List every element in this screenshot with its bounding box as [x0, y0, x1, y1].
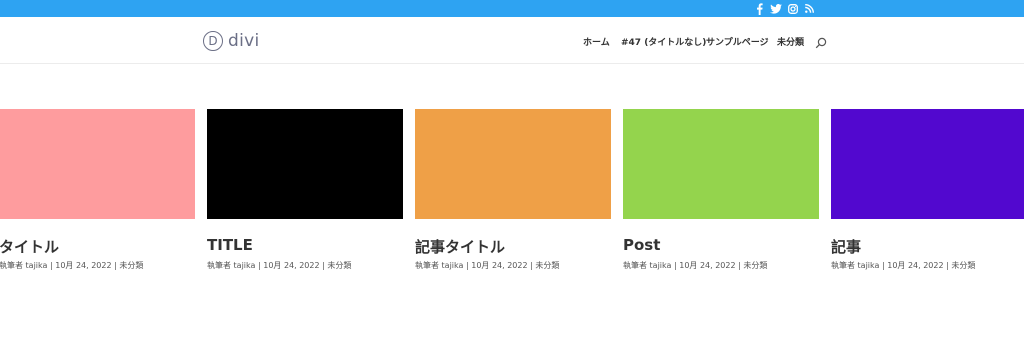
post-title[interactable]: Post [623, 236, 660, 254]
meta-category[interactable]: 未分類 [951, 261, 975, 270]
meta-category[interactable]: 未分類 [535, 261, 559, 270]
top-bar [0, 0, 1024, 17]
post-meta: 執筆者 tajika | 10月 24, 2022 | 未分類 [415, 260, 559, 271]
twitter-icon[interactable] [769, 2, 782, 15]
instagram-icon[interactable] [787, 2, 798, 15]
meta-by: 執筆者 [415, 261, 439, 270]
post-title[interactable]: 記事 [831, 236, 861, 257]
meta-author[interactable]: tajika [650, 261, 672, 270]
nav-item-home[interactable]: ホーム [583, 35, 610, 48]
post-card: 記事 執筆者 tajika | 10月 24, 2022 | 未分類 [831, 109, 1024, 270]
logo-text: divi [228, 31, 260, 51]
meta-category[interactable]: 未分類 [119, 261, 143, 270]
meta-by: 執筆者 [831, 261, 855, 270]
meta-by: 執筆者 [623, 261, 647, 270]
meta-separator: | [530, 261, 533, 270]
site-header: D divi ホーム #47 (タイトルなし) サンプルページ 未分類 [0, 17, 1024, 64]
meta-category[interactable]: 未分類 [327, 261, 351, 270]
post-meta: 執筆者 tajika | 10月 24, 2022 | 未分類 [623, 260, 767, 271]
facebook-icon[interactable] [754, 2, 764, 15]
meta-separator: | [738, 261, 741, 270]
post-card: 記事タイトル 執筆者 tajika | 10月 24, 2022 | 未分類 [415, 109, 611, 270]
post-card: タイトル 執筆者 tajika | 10月 24, 2022 | 未分類 [0, 109, 195, 270]
meta-separator: | [322, 261, 325, 270]
nav-item-sample-page[interactable]: サンプルページ [706, 35, 769, 48]
meta-separator: | [673, 261, 677, 270]
meta-author[interactable]: tajika [442, 261, 464, 270]
rss-icon[interactable] [804, 2, 814, 15]
post-card: TITLE 執筆者 tajika | 10月 24, 2022 | 未分類 [207, 109, 403, 270]
meta-separator: | [49, 261, 53, 270]
search-icon[interactable] [815, 34, 827, 49]
meta-separator: | [257, 261, 261, 270]
meta-separator: | [465, 261, 469, 270]
post-thumbnail[interactable] [0, 109, 195, 219]
nav-item-untitled[interactable]: #47 (タイトルなし) [621, 35, 706, 48]
meta-author[interactable]: tajika [858, 261, 880, 270]
post-meta: 執筆者 tajika | 10月 24, 2022 | 未分類 [831, 260, 975, 271]
site-logo[interactable]: D divi [203, 29, 260, 53]
post-meta: 執筆者 tajika | 10月 24, 2022 | 未分類 [0, 260, 143, 271]
meta-separator: | [946, 261, 949, 270]
meta-date: 10月 24, 2022 [471, 261, 528, 270]
post-thumbnail[interactable] [415, 109, 611, 219]
meta-author[interactable]: tajika [234, 261, 256, 270]
meta-separator: | [881, 261, 885, 270]
meta-category[interactable]: 未分類 [743, 261, 767, 270]
post-meta: 執筆者 tajika | 10月 24, 2022 | 未分類 [207, 260, 351, 271]
post-title[interactable]: 記事タイトル [415, 236, 505, 257]
post-thumbnail[interactable] [623, 109, 819, 219]
post-thumbnail[interactable] [831, 109, 1024, 219]
nav-item-uncategorized[interactable]: 未分類 [777, 35, 804, 48]
meta-date: 10月 24, 2022 [263, 261, 320, 270]
meta-by: 執筆者 [0, 261, 23, 270]
meta-date: 10月 24, 2022 [679, 261, 736, 270]
meta-separator: | [114, 261, 117, 270]
meta-date: 10月 24, 2022 [887, 261, 944, 270]
post-thumbnail[interactable] [207, 109, 403, 219]
post-card: Post 執筆者 tajika | 10月 24, 2022 | 未分類 [623, 109, 819, 270]
logo-mark: D [203, 31, 223, 51]
meta-author[interactable]: tajika [26, 261, 48, 270]
meta-by: 執筆者 [207, 261, 231, 270]
meta-date: 10月 24, 2022 [55, 261, 112, 270]
post-title[interactable]: タイトル [0, 236, 59, 257]
post-title[interactable]: TITLE [207, 236, 253, 254]
